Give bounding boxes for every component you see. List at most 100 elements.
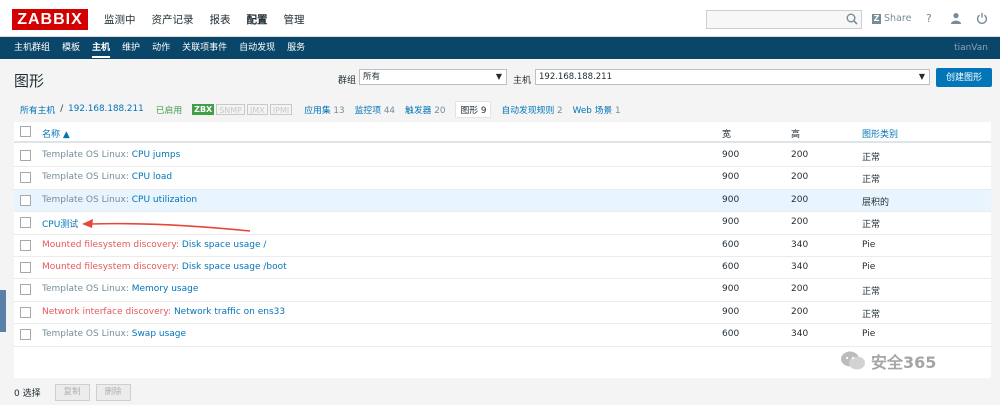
main-nav: 监测中 资产记录 报表 配置 管理 — [104, 12, 321, 27]
graph-type-cell: Pie — [862, 239, 876, 250]
sub-nav-correlation[interactable]: 关联项事件 — [182, 37, 227, 59]
sub-nav-discovery[interactable]: 自动发现 — [239, 37, 275, 59]
page-title: 图形 — [14, 72, 45, 90]
search-input[interactable] — [706, 10, 862, 29]
tab-count: 13 — [333, 105, 345, 116]
copy-button[interactable]: 复制 — [54, 383, 90, 401]
graph-source-prefix[interactable]: Network interface discovery: — [42, 307, 174, 317]
host-select[interactable]: 192.168.188.211 ▼ — [535, 69, 930, 85]
share-label: Share — [884, 13, 912, 24]
sub-nav-host-groups[interactable]: 主机群组 — [14, 37, 50, 59]
main-nav-configuration[interactable]: 配置 — [247, 12, 268, 27]
graph-source-prefix[interactable]: Mounted filesystem discovery: — [42, 262, 182, 272]
row-checkbox[interactable] — [20, 194, 31, 206]
breadcrumb-host[interactable]: 192.168.188.211 — [68, 104, 144, 114]
left-edge-strip — [0, 290, 6, 332]
column-header-name[interactable]: 名称 ▲ — [42, 127, 70, 140]
main-nav-inventory[interactable]: 资产记录 — [152, 12, 194, 27]
table-row: Template OS Linux: Memory usage 900 200 正常 — [14, 279, 991, 302]
watermark: 安全365 — [840, 348, 936, 374]
search-icon[interactable] — [845, 12, 859, 26]
breadcrumb-all-hosts[interactable]: 所有主机 — [20, 103, 55, 116]
zabbix-logo[interactable]: ZABBIX — [12, 9, 88, 30]
graph-source-prefix[interactable]: Template OS Linux: — [42, 172, 132, 182]
row-checkbox[interactable] — [20, 217, 31, 229]
help-icon[interactable]: ? — [926, 12, 932, 25]
graph-type-cell: 正常 — [862, 153, 881, 163]
tab-label: 图形 — [460, 105, 479, 116]
graph-name-cell: Network interface discovery: Network tra… — [42, 307, 285, 317]
graph-name-link[interactable]: Disk space usage /boot — [182, 262, 287, 272]
share-link[interactable]: Z Share — [872, 13, 911, 24]
graphs-table: 名称 ▲ 宽 高 图形类别 Template OS Linux: CPU jum… — [14, 122, 991, 378]
graph-type-cell: 层积的 — [862, 197, 890, 208]
graph-source-prefix[interactable]: Template OS Linux: — [42, 284, 132, 294]
sub-nav-hosts[interactable]: 主机 — [92, 37, 111, 59]
sign-out-icon[interactable] — [976, 12, 988, 24]
sub-nav-maintenance[interactable]: 维护 — [122, 37, 140, 59]
graph-name-link[interactable]: CPU测试 — [42, 220, 78, 230]
tab-web-scenarios[interactable]: Web 场景 1 — [573, 103, 621, 116]
dropdown-arrow-icon: ▼ — [918, 72, 925, 81]
column-header-width: 宽 — [722, 130, 732, 140]
graph-name-cell: Template OS Linux: CPU load — [42, 172, 172, 182]
row-checkbox[interactable] — [20, 262, 31, 273]
row-checkbox[interactable] — [20, 239, 31, 251]
user-profile-icon[interactable] — [950, 12, 962, 24]
graph-height-cell: 340 — [791, 329, 809, 340]
graph-name-link[interactable]: Swap usage — [132, 329, 186, 339]
tab-items[interactable]: 监控项 44 — [355, 103, 395, 116]
select-all-checkbox[interactable] — [20, 126, 31, 137]
main-nav-monitoring[interactable]: 监测中 — [104, 12, 136, 27]
table-row: Network interface discovery: Network tra… — [14, 302, 991, 325]
table-row: Template OS Linux: CPU jumps 900 200 正常 — [14, 145, 991, 168]
row-checkbox[interactable] — [20, 306, 31, 318]
graph-width-cell: 900 — [722, 150, 740, 160]
create-graph-button[interactable]: 创建图形 — [936, 68, 992, 87]
row-checkbox[interactable] — [20, 284, 31, 296]
graph-source-prefix[interactable]: Template OS Linux: — [42, 329, 132, 339]
graph-type-cell: 正常 — [862, 287, 881, 298]
graph-source-prefix[interactable]: Template OS Linux: — [42, 150, 132, 160]
sub-nav: 主机群组 模板 主机 维护 动作 关联项事件 自动发现 服务 tianVan — [0, 37, 1000, 59]
graph-name-cell: Template OS Linux: CPU jumps — [42, 150, 180, 160]
tab-count: 2 — [557, 105, 563, 116]
row-checkbox[interactable] — [20, 150, 31, 161]
tab-discovery-rules[interactable]: 自动发现规则 2 — [501, 103, 562, 116]
main-nav-administration[interactable]: 管理 — [284, 12, 305, 27]
column-header-graph-type[interactable]: 图形类别 — [862, 127, 898, 140]
group-select[interactable]: 所有 ▼ — [359, 69, 507, 85]
username-label: tianVan — [954, 43, 988, 53]
sub-nav-templates[interactable]: 模板 — [62, 37, 80, 59]
graph-name-link[interactable]: CPU jumps — [132, 150, 181, 160]
sub-nav-actions[interactable]: 动作 — [152, 37, 170, 59]
availability-ipmi-badge: IPMI — [269, 103, 293, 115]
group-select-value: 所有 — [363, 72, 381, 82]
row-checkbox[interactable] — [20, 329, 31, 341]
tab-triggers[interactable]: 触发器 20 — [405, 103, 445, 116]
share-icon: Z — [872, 13, 881, 24]
graph-width-cell: 600 — [722, 262, 740, 272]
graph-name-link[interactable]: Memory usage — [132, 284, 199, 294]
availability-jmx-badge: JMX — [247, 103, 268, 115]
graph-width-cell: 600 — [722, 329, 740, 340]
delete-button[interactable]: 删除 — [95, 383, 131, 401]
graph-height-cell: 200 — [791, 306, 809, 317]
tab-graphs[interactable]: 图形 9 — [455, 100, 492, 118]
main-nav-reports[interactable]: 报表 — [210, 12, 231, 27]
breadcrumb-separator: / — [60, 104, 64, 114]
row-checkbox[interactable] — [20, 172, 31, 184]
tab-label: 触发器 — [405, 105, 432, 116]
graph-height-cell: 200 — [791, 284, 809, 295]
host-select-value: 192.168.188.211 — [539, 72, 613, 82]
table-row: Template OS Linux: CPU load 900 200 正常 — [14, 167, 991, 190]
tab-applications[interactable]: 应用集 13 — [304, 103, 344, 116]
graph-name-cell: Template OS Linux: CPU utilization — [42, 195, 197, 205]
sub-nav-services[interactable]: 服务 — [287, 37, 305, 59]
graph-name-link[interactable]: CPU load — [132, 172, 172, 182]
graph-height-cell: 200 — [791, 217, 809, 228]
graph-source-prefix[interactable]: Template OS Linux: — [42, 195, 132, 205]
graph-name-link[interactable]: Network traffic on ens33 — [174, 307, 285, 317]
table-footer: 0 选择 复制 删除 — [14, 382, 137, 402]
graph-name-link[interactable]: CPU utilization — [132, 195, 197, 205]
